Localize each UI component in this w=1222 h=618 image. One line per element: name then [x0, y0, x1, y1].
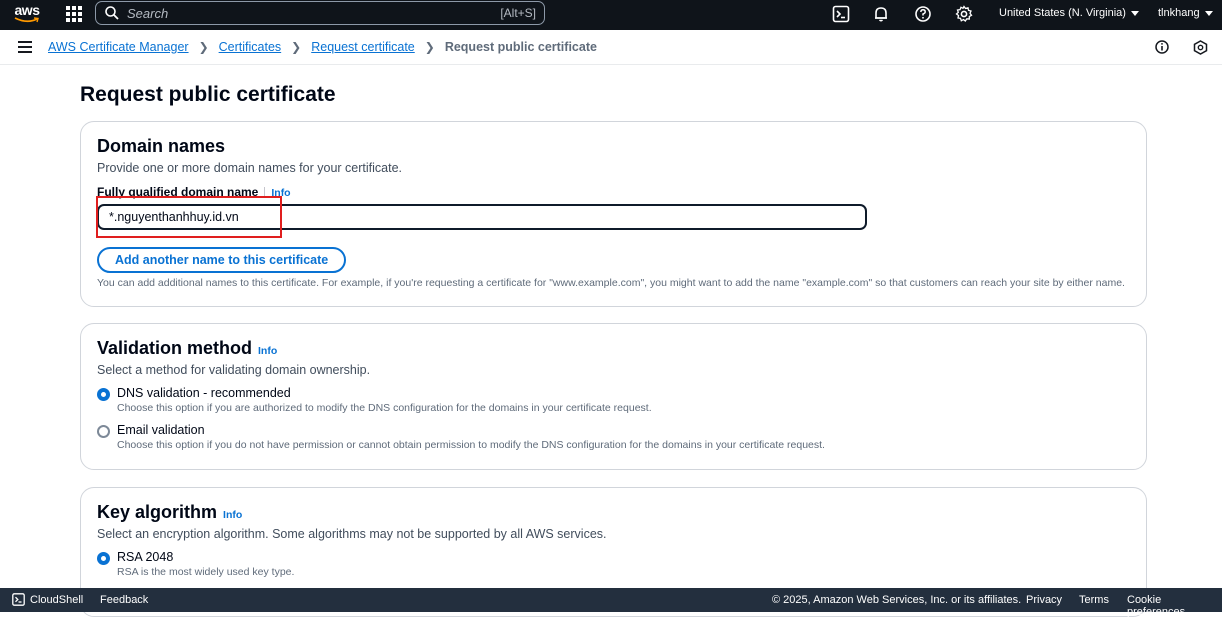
validation-info-link[interactable]: Info [258, 345, 277, 357]
domain-names-help: You can add additional names to this cer… [97, 277, 1125, 289]
cloudshell-label: CloudShell [30, 593, 84, 606]
cloudshell-icon [12, 593, 25, 606]
region-selector[interactable]: United States (N. Virginia) [999, 7, 1139, 19]
radio-label: RSA 2048 [117, 550, 174, 564]
radio-button-selected[interactable] [97, 388, 110, 401]
notifications-bell-icon[interactable] [872, 5, 890, 23]
radio-description: Choose this option if you do not have pe… [117, 439, 825, 451]
aws-logo[interactable]: aws [10, 3, 44, 27]
key-algorithm-description: Select an encryption algorithm. Some alg… [97, 527, 607, 541]
footer: CloudShell Feedback © 2025, Amazon Web S… [0, 588, 1222, 618]
search-shortcut: [Alt+S] [500, 6, 536, 20]
validation-method-description: Select a method for validating domain ow… [97, 363, 371, 377]
key-algorithm-info-link[interactable]: Info [223, 509, 242, 521]
caret-down-icon [1204, 10, 1213, 16]
fqdn-label: Fully qualified domain name [97, 185, 259, 199]
privacy-link[interactable]: Privacy [1026, 594, 1062, 606]
help-icon[interactable] [914, 5, 932, 23]
services-grid-icon[interactable] [66, 6, 82, 22]
radio-email-validation[interactable]: Email validation Choose this option if y… [97, 423, 1130, 451]
menu-hamburger-icon[interactable] [18, 41, 32, 53]
security-hex-icon[interactable] [1193, 40, 1208, 55]
fqdn-info-link[interactable]: Info [271, 187, 290, 199]
add-another-name-button[interactable]: Add another name to this certificate [97, 247, 347, 273]
chevron-right-icon: ❯ [198, 40, 209, 54]
validation-method-panel: Validation method Info Select a method fo… [80, 323, 1147, 470]
fqdn-label-row: Fully qualified domain name Info [97, 185, 1130, 199]
chevron-right-icon: ❯ [424, 40, 435, 54]
fqdn-input[interactable] [97, 204, 867, 230]
chevron-right-icon: ❯ [291, 40, 302, 54]
info-panel-icon[interactable] [1155, 40, 1169, 54]
radio-button-selected[interactable] [97, 552, 110, 565]
search-icon [105, 6, 119, 20]
feedback-link[interactable]: Feedback [100, 594, 148, 606]
search-input[interactable] [127, 5, 501, 21]
domain-names-description: Provide one or more domain names for you… [97, 161, 402, 175]
terms-link[interactable]: Terms [1079, 594, 1109, 606]
validation-method-heading: Validation method [97, 338, 253, 358]
radio-label: Email validation [117, 423, 205, 437]
region-label: United States (N. Virginia) [999, 7, 1126, 19]
radio-description: RSA is the most widely used key type. [117, 566, 295, 578]
radio-rsa-2048[interactable]: RSA 2048 RSA is the most widely used key… [97, 550, 1130, 578]
aws-logo-text: aws [14, 2, 40, 18]
radio-label: DNS validation - recommended [117, 386, 291, 400]
key-algorithm-heading: Key algorithm [97, 502, 218, 522]
radio-description: Choose this option if you are authorized… [117, 402, 652, 414]
top-navigation: aws [Alt+S] Unit [0, 0, 1222, 30]
radio-button[interactable] [97, 425, 110, 438]
breadcrumb-current: Request public certificate [444, 40, 597, 54]
breadcrumb-acm[interactable]: AWS Certificate Manager [48, 40, 189, 54]
breadcrumb-request-certificate[interactable]: Request certificate [311, 40, 415, 54]
copyright-text: © 2025, Amazon Web Services, Inc. or its… [772, 594, 1022, 606]
caret-down-icon [1130, 10, 1139, 16]
cookie-preferences-link[interactable]: Cookie preferences [1127, 594, 1222, 618]
breadcrumb: AWS Certificate Manager ❯ Certificates ❯… [48, 40, 597, 54]
radio-dns-validation[interactable]: DNS validation - recommended Choose this… [97, 386, 1130, 414]
username-label: tlnkhang [1158, 7, 1200, 19]
domain-names-heading: Domain names [97, 136, 226, 156]
cloudshell-icon[interactable] [832, 5, 850, 23]
cloudshell-button[interactable]: CloudShell [12, 593, 83, 606]
breadcrumb-certificates[interactable]: Certificates [219, 40, 282, 54]
breadcrumb-bar: AWS Certificate Manager ❯ Certificates ❯… [0, 30, 1222, 65]
page-title: Request public certificate [80, 83, 336, 106]
settings-gear-icon[interactable] [955, 5, 973, 23]
domain-names-panel: Domain names Provide one or more domain … [80, 121, 1147, 307]
account-menu[interactable]: tlnkhang [1158, 7, 1213, 19]
search-bar[interactable]: [Alt+S] [95, 1, 545, 25]
